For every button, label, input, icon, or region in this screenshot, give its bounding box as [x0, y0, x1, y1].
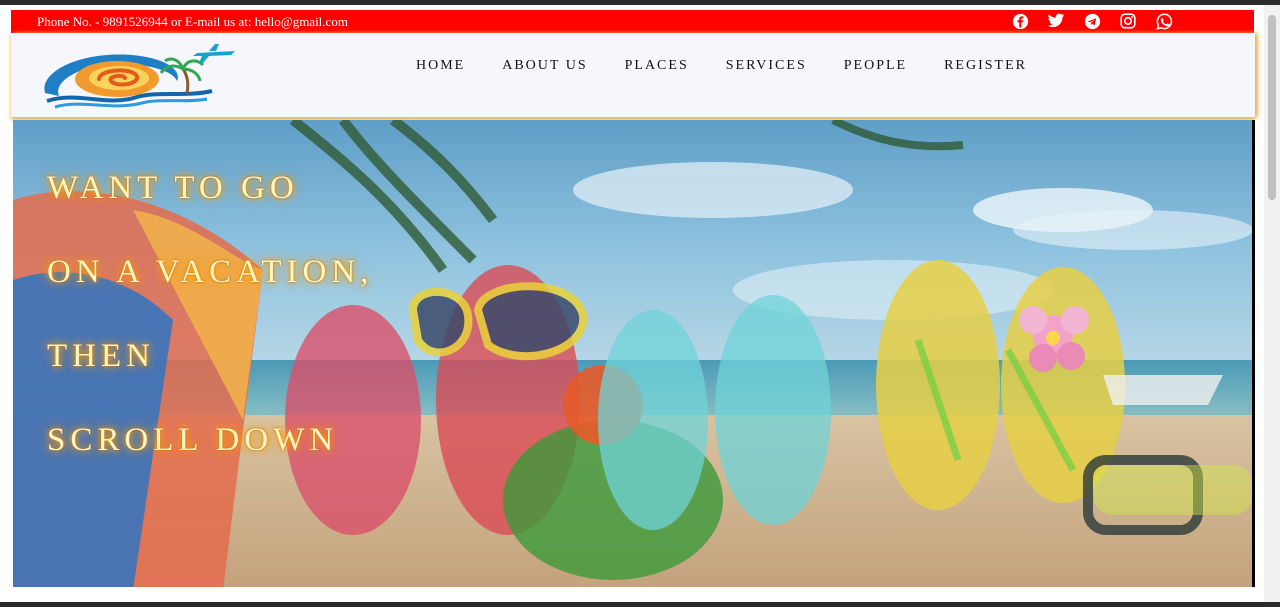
hero-banner: WANT TO GO ON A VACATION, THEN SCROLL DO… — [13, 120, 1255, 587]
main-nav: HOME ABOUT US PLACES SERVICES PEOPLE REG… — [416, 58, 1064, 74]
scrollbar-thumb[interactable] — [1268, 15, 1276, 200]
telegram-icon[interactable] — [1083, 12, 1101, 30]
social-links — [1011, 12, 1173, 30]
window-bottom-strip — [0, 602, 1280, 607]
nav-people[interactable]: PEOPLE — [844, 58, 907, 74]
hero-line-3: THEN — [47, 338, 155, 374]
nav-register[interactable]: REGISTER — [944, 58, 1027, 74]
instagram-icon[interactable] — [1119, 12, 1137, 30]
nav-places[interactable]: PLACES — [625, 58, 689, 74]
twitter-icon[interactable] — [1047, 12, 1065, 30]
hero-line-1: WANT TO GO — [47, 170, 299, 206]
contact-text: Phone No. - 9891526944 or E-mail us at: … — [37, 14, 348, 29]
nav-home[interactable]: HOME — [416, 58, 465, 74]
navbar: HOME ABOUT US PLACES SERVICES PEOPLE REG… — [11, 33, 1255, 117]
nav-about-us[interactable]: ABOUT US — [502, 58, 587, 74]
hero-line-4: SCROLL DOWN — [47, 422, 339, 458]
travel-logo[interactable] — [37, 41, 237, 111]
window-top-strip — [0, 0, 1280, 5]
page-scrollbar[interactable] — [1264, 5, 1280, 602]
contact-bar: Phone No. - 9891526944 or E-mail us at: … — [11, 10, 1254, 33]
hero-line-2: ON A VACATION, — [47, 254, 374, 290]
whatsapp-icon[interactable] — [1155, 12, 1173, 30]
nav-services[interactable]: SERVICES — [726, 58, 807, 74]
facebook-icon[interactable] — [1011, 12, 1029, 30]
